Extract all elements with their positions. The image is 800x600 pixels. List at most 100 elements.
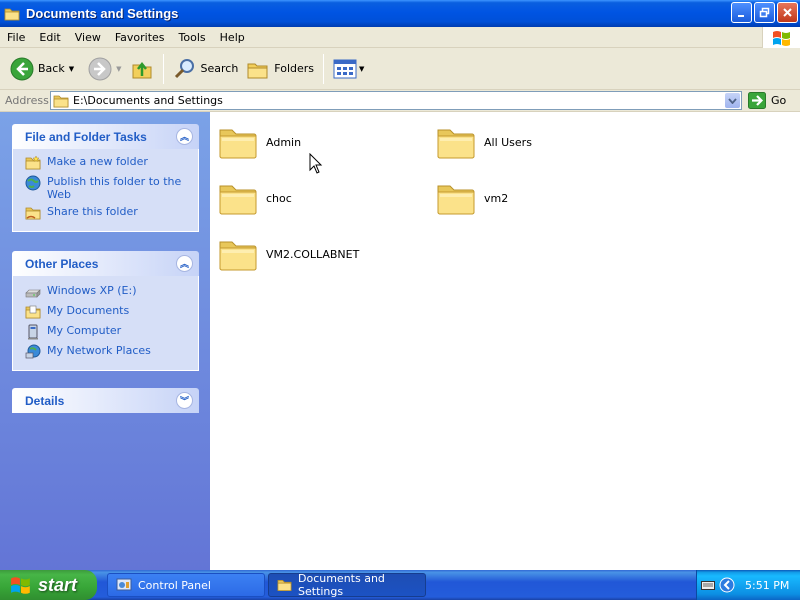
folders-button[interactable]: Folders — [242, 52, 318, 86]
menu-bar: File Edit View Favorites Tools Help — [0, 27, 800, 48]
folders-label: Folders — [274, 62, 315, 75]
go-button[interactable]: Go — [748, 92, 786, 109]
forward-dropdown-icon[interactable]: ▼ — [116, 65, 121, 73]
details-panel: Details ︾ — [12, 388, 199, 413]
folder-icon — [53, 93, 69, 109]
system-tray: 5:51 PM — [696, 570, 800, 600]
menu-file[interactable]: File — [0, 31, 32, 44]
keyboard-icon[interactable] — [701, 579, 715, 591]
task-label: Share this folder — [47, 205, 138, 218]
place-label: My Computer — [47, 324, 122, 337]
folder-item[interactable]: choc — [218, 178, 292, 218]
toolbar: Back ▼ ▼ Search Folders ▼ — [0, 48, 800, 90]
taskbar: start Control Panel Documents and Settin… — [0, 570, 800, 600]
file-folder-tasks-panel: File and Folder Tasks ︽ Make a new folde… — [12, 124, 199, 232]
folder-icon — [218, 122, 258, 162]
go-arrow-icon — [748, 92, 766, 109]
window-title: Documents and Settings — [26, 6, 179, 21]
task-label: Publish this folder to the Web — [47, 175, 182, 201]
task-share-folder[interactable]: Share this folder — [25, 205, 198, 221]
menu-view[interactable]: View — [68, 31, 108, 44]
file-folder-tasks-header[interactable]: File and Folder Tasks ︽ — [12, 124, 199, 149]
forward-arrow-icon — [88, 57, 112, 80]
minimize-button[interactable] — [731, 2, 752, 23]
address-dropdown-button[interactable] — [725, 93, 740, 108]
views-dropdown-icon[interactable]: ▼ — [359, 65, 364, 73]
menu-edit[interactable]: Edit — [32, 31, 67, 44]
up-folder-button[interactable] — [126, 52, 158, 86]
back-label: Back — [38, 62, 65, 75]
folder-item[interactable]: All Users — [436, 122, 532, 162]
taskbar-button-label: Documents and Settings — [298, 572, 385, 598]
collapse-icon[interactable]: ︽ — [176, 255, 193, 272]
other-places-panel: Other Places ︽ Windows XP (E:) My Docume… — [12, 251, 199, 371]
panel-title: Other Places — [25, 256, 99, 271]
task-pane: File and Folder Tasks ︽ Make a new folde… — [0, 112, 210, 570]
clock[interactable]: 5:51 PM — [745, 579, 789, 592]
folder-name: choc — [266, 191, 292, 205]
network-places-icon — [25, 344, 41, 359]
minimize-icon — [738, 15, 744, 17]
start-label: start — [38, 574, 78, 595]
folder-view[interactable]: Admin All Users choc vm2 VM2.COLLABNET — [210, 112, 800, 570]
back-dropdown-icon[interactable]: ▼ — [69, 65, 74, 73]
other-places-header[interactable]: Other Places ︽ — [12, 251, 199, 276]
folder-icon — [218, 234, 258, 274]
address-value: E:\Documents and Settings — [73, 94, 223, 107]
chevron-down-icon — [728, 97, 737, 104]
folder-item[interactable]: Admin — [218, 122, 301, 162]
menu-tools[interactable]: Tools — [172, 31, 213, 44]
taskbar-button-documents-and-settings[interactable]: Documents and Settings — [268, 572, 426, 598]
views-icon — [333, 59, 357, 78]
share-folder-icon — [25, 205, 41, 221]
place-my-documents[interactable]: My Documents — [25, 304, 198, 320]
expand-icon[interactable]: ︾ — [176, 392, 193, 409]
folder-name: Admin — [266, 135, 302, 149]
search-label: Search — [200, 62, 239, 75]
my-documents-icon — [25, 305, 41, 320]
task-publish-to-web[interactable]: Publish this folder to the Web — [25, 175, 198, 201]
folder-icon — [4, 6, 20, 22]
folder-icon — [436, 122, 476, 162]
folders-icon — [247, 63, 268, 78]
folder-icon — [277, 577, 292, 593]
menu-help[interactable]: Help — [213, 31, 252, 44]
place-windows-xp-drive[interactable]: Windows XP (E:) — [25, 284, 198, 300]
place-label: My Network Places — [47, 344, 151, 357]
collapse-icon[interactable]: ︽ — [176, 128, 193, 145]
address-input[interactable]: E:\Documents and Settings — [50, 91, 742, 110]
folder-name: All Users — [484, 135, 532, 149]
panel-title: File and Folder Tasks — [25, 129, 147, 144]
up-folder-icon — [132, 61, 151, 78]
folder-name: VM2.COLLABNET — [266, 247, 360, 261]
toolbar-separator — [323, 53, 325, 84]
title-bar[interactable]: Documents and Settings — [0, 0, 800, 27]
address-label: Address — [5, 94, 49, 107]
show-hidden-icons-button[interactable] — [719, 577, 735, 593]
folder-item[interactable]: VM2.COLLABNET — [218, 234, 359, 274]
place-my-network-places[interactable]: My Network Places — [25, 344, 198, 360]
place-label: My Documents — [47, 304, 130, 317]
taskbar-button-control-panel[interactable]: Control Panel — [107, 573, 265, 597]
folder-icon — [436, 178, 476, 218]
restore-icon — [759, 7, 770, 18]
back-arrow-icon — [10, 57, 34, 80]
task-make-new-folder[interactable]: Make a new folder — [25, 155, 198, 171]
go-label: Go — [771, 94, 787, 107]
close-button[interactable] — [777, 2, 798, 23]
folder-icon — [218, 178, 258, 218]
search-button[interactable]: Search — [169, 52, 243, 86]
folder-item[interactable]: vm2 — [436, 178, 508, 218]
toolbar-separator — [162, 53, 164, 84]
start-button[interactable]: start — [0, 570, 97, 600]
close-icon — [783, 8, 792, 17]
forward-button[interactable]: ▼ — [84, 52, 125, 86]
place-label: Windows XP (E:) — [47, 284, 137, 297]
globe-icon — [25, 175, 41, 191]
back-button[interactable]: Back ▼ — [6, 52, 78, 86]
maximize-button[interactable] — [754, 2, 775, 23]
place-my-computer[interactable]: My Computer — [25, 324, 198, 340]
views-button[interactable]: ▼ — [329, 52, 368, 86]
details-header[interactable]: Details ︾ — [12, 388, 199, 413]
menu-favorites[interactable]: Favorites — [108, 31, 172, 44]
